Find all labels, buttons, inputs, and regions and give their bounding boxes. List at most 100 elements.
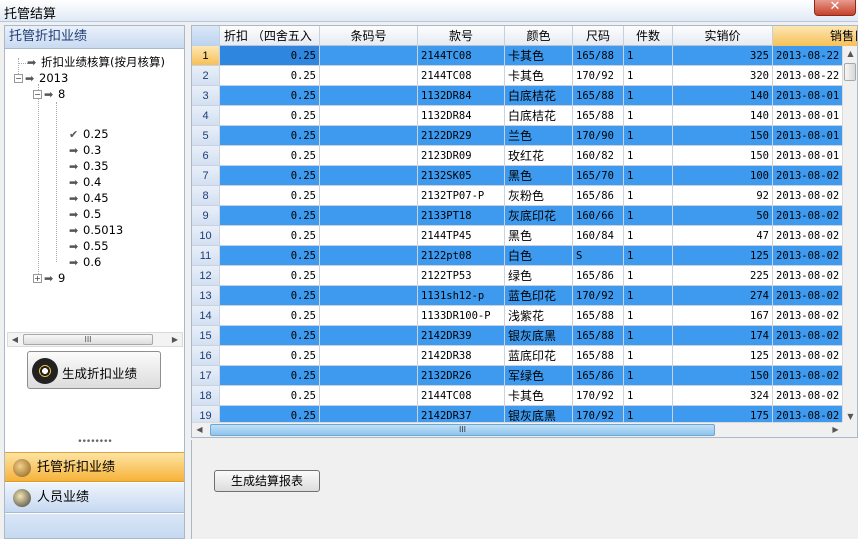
tree-item-0-55[interactable]: ➡ 0.55 xyxy=(69,238,109,254)
qty-cell[interactable]: 1 xyxy=(624,386,673,406)
color-cell[interactable]: 黑色 xyxy=(505,166,573,186)
color-cell[interactable]: 蓝色印花 xyxy=(505,286,573,306)
style-cell[interactable]: 1132DR84 xyxy=(418,106,505,126)
table-row[interactable]: 9 0.25 2133PT18 灰底印花 160/66 1 50 2013-08-02 xyxy=(192,206,857,226)
qty-cell[interactable]: 1 xyxy=(624,166,673,186)
table-row[interactable]: 2 0.25 2144TC08 卡其色 170/92 1 320 2013-08-22 xyxy=(192,66,857,86)
discount-cell[interactable]: 0.25 xyxy=(220,286,320,306)
col-header-size[interactable]: 尺码 xyxy=(573,26,624,46)
discount-cell[interactable]: 0.25 xyxy=(220,346,320,366)
table-row[interactable]: 15 0.25 2142DR39 银灰底黑 165/88 1 174 2013-08-02 xyxy=(192,326,857,346)
style-cell[interactable]: 2123DR09 xyxy=(418,146,505,166)
size-cell[interactable]: S xyxy=(573,246,624,266)
barcode-cell[interactable] xyxy=(320,346,418,366)
discount-cell[interactable]: 0.25 xyxy=(220,146,320,166)
price-cell[interactable]: 47 xyxy=(673,226,773,246)
qty-cell[interactable]: 1 xyxy=(624,306,673,326)
barcode-cell[interactable] xyxy=(320,366,418,386)
discount-cell[interactable]: 0.25 xyxy=(220,366,320,386)
row-number[interactable]: 16 xyxy=(192,346,220,366)
tree-node-month-8[interactable]: − ➡ 8 xyxy=(33,86,65,102)
nav-discount-performance[interactable]: 托管折扣业绩 xyxy=(5,452,184,482)
collapse-icon[interactable]: − xyxy=(33,90,42,99)
grid-corner[interactable] xyxy=(192,26,220,46)
price-cell[interactable]: 150 xyxy=(673,126,773,146)
scroll-thumb[interactable] xyxy=(844,63,856,81)
tree-node-2013[interactable]: − ➡ 2013 xyxy=(14,70,68,86)
generate-discount-button[interactable]: 生成折扣业绩 xyxy=(27,351,161,389)
price-cell[interactable]: 92 xyxy=(673,186,773,206)
table-row[interactable]: 6 0.25 2123DR09 玫红花 160/82 1 150 2013-08-01 xyxy=(192,146,857,166)
row-number[interactable]: 9 xyxy=(192,206,220,226)
color-cell[interactable]: 白底桔花 xyxy=(505,86,573,106)
panel-splitter[interactable]: •••••••• xyxy=(5,438,184,447)
discount-cell[interactable]: 0.25 xyxy=(220,386,320,406)
tree-item-0-45[interactable]: ➡ 0.45 xyxy=(69,190,109,206)
size-cell[interactable]: 165/88 xyxy=(573,86,624,106)
scroll-right-icon[interactable]: ▶ xyxy=(168,333,182,346)
tree-item-0-5013[interactable]: ➡ 0.5013 xyxy=(69,222,123,238)
tree-item-0-4[interactable]: ➡ 0.4 xyxy=(69,174,101,190)
discount-cell[interactable]: 0.25 xyxy=(220,246,320,266)
size-cell[interactable]: 165/86 xyxy=(573,366,624,386)
table-row[interactable]: 3 0.25 1132DR84 白底桔花 165/88 1 140 2013-08-01 xyxy=(192,86,857,106)
color-cell[interactable]: 卡其色 xyxy=(505,66,573,86)
grid-horizontal-scrollbar[interactable]: ◀ III ▶ xyxy=(192,422,843,437)
discount-cell[interactable]: 0.25 xyxy=(220,226,320,246)
tree-view[interactable]: ➡ 折扣业绩核算(按月核算) − ➡ 2013 − ➡ 8 ✔ 0.25 ➡ 0.3 ➡ 0.3… xyxy=(5,50,184,330)
size-cell[interactable]: 165/88 xyxy=(573,306,624,326)
style-cell[interactable]: 2144TP45 xyxy=(418,226,505,246)
table-row[interactable]: 4 0.25 1132DR84 白底桔花 165/88 1 140 2013-08-01 xyxy=(192,106,857,126)
discount-cell[interactable]: 0.25 xyxy=(220,186,320,206)
size-cell[interactable]: 165/86 xyxy=(573,266,624,286)
price-cell[interactable]: 167 xyxy=(673,306,773,326)
col-header-discount[interactable]: 折扣 （四舍五入 xyxy=(220,26,320,46)
row-number[interactable]: 5 xyxy=(192,126,220,146)
color-cell[interactable]: 蓝底印花 xyxy=(505,346,573,366)
row-number[interactable]: 18 xyxy=(192,386,220,406)
qty-cell[interactable]: 1 xyxy=(624,126,673,146)
color-cell[interactable]: 绿色 xyxy=(505,266,573,286)
table-row[interactable]: 18 0.25 2144TC08 卡其色 170/92 1 324 2013-08-02 xyxy=(192,386,857,406)
tree-item-0-25[interactable]: ✔ 0.25 xyxy=(69,126,109,142)
size-cell[interactable]: 160/66 xyxy=(573,206,624,226)
color-cell[interactable]: 黑色 xyxy=(505,226,573,246)
size-cell[interactable]: 170/90 xyxy=(573,126,624,146)
table-row[interactable]: 14 0.25 1133DR100-P 浅紫花 165/88 1 167 2013-08-02 xyxy=(192,306,857,326)
barcode-cell[interactable] xyxy=(320,106,418,126)
tree-horizontal-scrollbar[interactable]: ◀ III ▶ xyxy=(7,332,183,347)
color-cell[interactable]: 白底桔花 xyxy=(505,106,573,126)
expand-icon[interactable]: + xyxy=(33,274,42,283)
style-cell[interactable]: 2132TP07-P xyxy=(418,186,505,206)
discount-cell[interactable]: 0.25 xyxy=(220,126,320,146)
qty-cell[interactable]: 1 xyxy=(624,326,673,346)
price-cell[interactable]: 174 xyxy=(673,326,773,346)
table-row[interactable]: 17 0.25 2132DR26 军绿色 165/86 1 150 2013-08-02 xyxy=(192,366,857,386)
style-cell[interactable]: 2122DR29 xyxy=(418,126,505,146)
discount-cell[interactable]: 0.25 xyxy=(220,326,320,346)
discount-cell[interactable]: 0.25 xyxy=(220,266,320,286)
table-row[interactable]: 8 0.25 2132TP07-P 灰粉色 165/86 1 92 2013-08-02 xyxy=(192,186,857,206)
barcode-cell[interactable] xyxy=(320,46,418,66)
color-cell[interactable]: 兰色 xyxy=(505,126,573,146)
row-number[interactable]: 6 xyxy=(192,146,220,166)
scroll-left-icon[interactable]: ◀ xyxy=(8,333,22,346)
scroll-left-icon[interactable]: ◀ xyxy=(192,423,207,437)
price-cell[interactable]: 140 xyxy=(673,86,773,106)
row-number[interactable]: 11 xyxy=(192,246,220,266)
row-number[interactable]: 2 xyxy=(192,66,220,86)
col-header-style[interactable]: 款号 xyxy=(418,26,505,46)
color-cell[interactable]: 卡其色 xyxy=(505,386,573,406)
price-cell[interactable]: 325 xyxy=(673,46,773,66)
barcode-cell[interactable] xyxy=(320,186,418,206)
row-number[interactable]: 10 xyxy=(192,226,220,246)
price-cell[interactable]: 50 xyxy=(673,206,773,226)
qty-cell[interactable]: 1 xyxy=(624,206,673,226)
size-cell[interactable]: 165/88 xyxy=(573,346,624,366)
color-cell[interactable]: 玫红花 xyxy=(505,146,573,166)
color-cell[interactable]: 卡其色 xyxy=(505,46,573,66)
qty-cell[interactable]: 1 xyxy=(624,66,673,86)
table-row[interactable]: 11 0.25 2122pt08 白色 S 1 125 2013-08-02 xyxy=(192,246,857,266)
scroll-up-icon[interactable]: ▲ xyxy=(843,46,857,61)
barcode-cell[interactable] xyxy=(320,286,418,306)
